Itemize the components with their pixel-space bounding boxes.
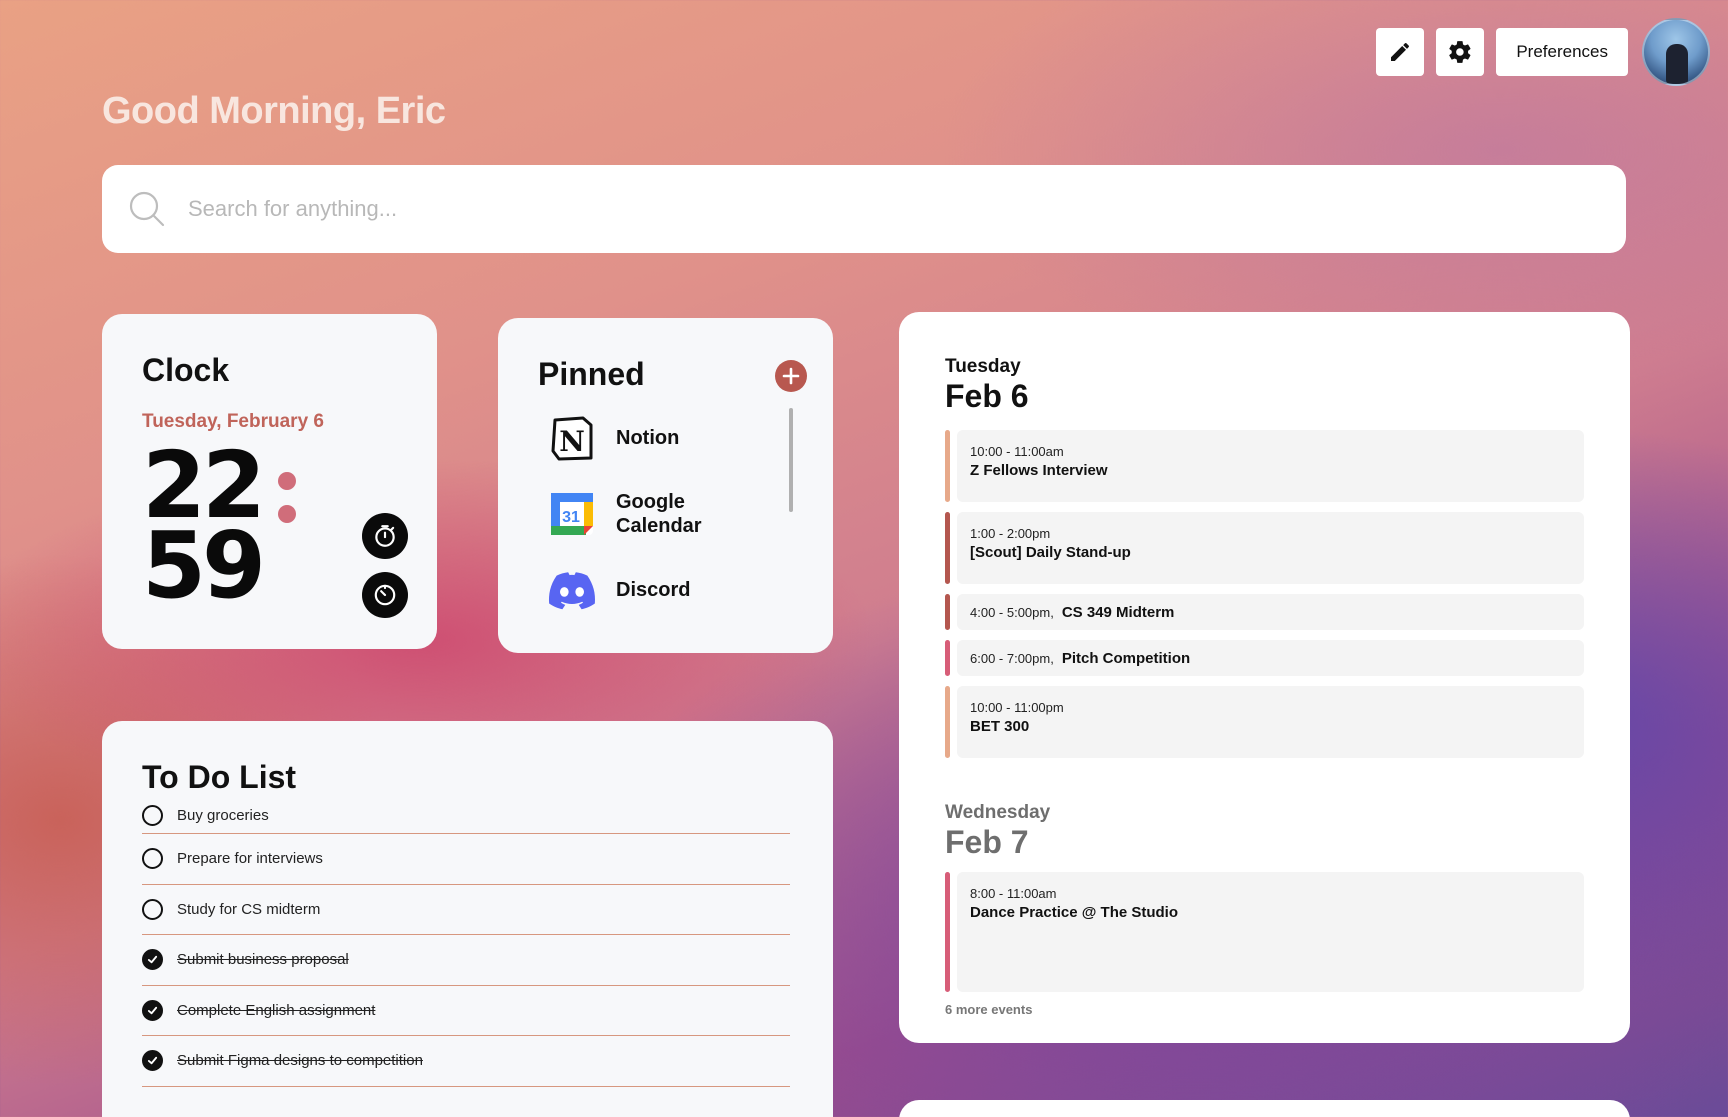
clock-minutes: 59 (142, 512, 266, 619)
todo-item[interactable]: Buy groceries (142, 798, 790, 834)
calendar-event[interactable]: 1:00 - 2:00pm [Scout] Daily Stand-up (945, 512, 1584, 584)
todo-item[interactable]: Complete English assignment (142, 986, 790, 1036)
todo-list: Buy groceries Prepare for interviews Stu… (142, 798, 790, 1087)
timer-button[interactable] (362, 513, 408, 559)
event-name: Z Fellows Interview (970, 462, 1108, 479)
event-name: [Scout] Daily Stand-up (970, 544, 1131, 561)
svg-text:N: N (559, 425, 585, 458)
event-time: 1:00 - 2:00pm (970, 526, 1051, 541)
pinned-item-notion[interactable]: N Notion (548, 414, 726, 462)
todo-text: Submit Figma designs to competition (177, 1052, 423, 1070)
calendar-event[interactable]: 6:00 - 7:00pm, Pitch Competition (945, 640, 1584, 676)
settings-button[interactable] (1436, 28, 1485, 76)
todo-card: To Do List Buy groceries Prepare for int… (102, 721, 833, 1117)
event-color-bar (945, 594, 950, 630)
event-color-bar (945, 512, 950, 584)
google-calendar-icon: 31 (548, 490, 596, 538)
calendar-weekday: Wednesday (945, 802, 1051, 823)
clock-time: 22 59 (142, 440, 266, 619)
todo-text: Prepare for interviews (177, 850, 323, 868)
discord-icon (548, 566, 596, 614)
event-name: BET 300 (970, 718, 1030, 735)
calendar-weekday: Tuesday (945, 356, 1021, 377)
checkbox-unchecked-icon[interactable] (142, 805, 163, 826)
event-color-bar (945, 430, 950, 502)
top-toolbar: Preferences (1376, 18, 1710, 86)
clock-title: Clock (142, 352, 230, 388)
search-icon (129, 191, 165, 227)
svg-text:31: 31 (562, 509, 580, 526)
event-name: Dance Practice @ The Studio (970, 904, 1179, 921)
gear-icon (1449, 41, 1471, 63)
preferences-button[interactable]: Preferences (1496, 28, 1628, 76)
event-color-bar (945, 640, 950, 676)
pencil-icon (1391, 43, 1410, 61)
todo-title: To Do List (142, 759, 297, 795)
event-name: Pitch Competition (1061, 649, 1191, 667)
avatar[interactable] (1642, 18, 1710, 86)
calendar-date: Feb 6 (945, 378, 1029, 414)
calendar-day-header: Wednesday Feb 7 (945, 802, 1050, 860)
timer-dial-button[interactable] (362, 572, 408, 618)
checkbox-unchecked-icon[interactable] (142, 848, 163, 870)
event-body: 1:00 - 2:00pm [Scout] Daily Stand-up (957, 512, 1584, 584)
search-bar[interactable] (102, 165, 1626, 253)
event-color-bar (945, 872, 950, 992)
event-color-bar (945, 686, 950, 758)
checkbox-checked-icon[interactable] (142, 949, 163, 971)
event-body: 10:00 - 11:00am Z Fellows Interview (957, 430, 1584, 502)
todo-text: Complete English assignment (177, 1001, 376, 1019)
calendar-event[interactable]: 10:00 - 11:00am Z Fellows Interview (945, 430, 1584, 502)
event-body: 8:00 - 11:00am Dance Practice @ The Stud… (957, 872, 1584, 992)
event-time: 4:00 - 5:00pm, (970, 604, 1054, 620)
pinned-item-label: Notion (616, 427, 680, 449)
checkbox-checked-icon[interactable] (142, 1050, 163, 1072)
pinned-item-google-calendar[interactable]: 31 Google Calendar (548, 490, 726, 538)
pinned-item-label: Google Calendar (616, 491, 702, 537)
calendar-event[interactable]: 8:00 - 11:00am Dance Practice @ The Stud… (945, 872, 1584, 992)
todo-item[interactable]: Prepare for interviews (142, 834, 790, 885)
next-widget-card (899, 1100, 1630, 1117)
edit-button[interactable] (1376, 28, 1425, 76)
more-events-link[interactable]: 6 more events (945, 1002, 1032, 1017)
pinned-item-label: Discord (616, 579, 691, 601)
todo-text: Buy groceries (177, 807, 269, 824)
event-body: 4:00 - 5:00pm, CS 349 Midterm (957, 594, 1584, 630)
todo-item[interactable]: Study for CS midterm (142, 885, 790, 935)
todo-text: Study for CS midterm (177, 900, 321, 918)
search-input[interactable] (188, 196, 1488, 222)
event-time: 10:00 - 11:00am (970, 444, 1064, 459)
pinned-card: Pinned N Notion 31 Google Calendar Disco… (498, 318, 833, 653)
todo-item[interactable]: Submit business proposal (142, 935, 790, 986)
checkbox-checked-icon[interactable] (142, 999, 163, 1021)
event-body: 10:00 - 11:00pm BET 300 (957, 686, 1584, 758)
calendar-event[interactable]: 4:00 - 5:00pm, CS 349 Midterm (945, 594, 1584, 630)
todo-item[interactable]: Submit Figma designs to competition (142, 1036, 790, 1087)
pinned-title: Pinned (538, 356, 645, 392)
calendar-card: Tuesday Feb 6 10:00 - 11:00am Z Fellows … (899, 312, 1630, 1043)
clock-colon-dot (278, 505, 296, 523)
event-time: 6:00 - 7:00pm, (970, 650, 1054, 666)
clock-date: Tuesday, February 6 (142, 411, 324, 432)
notion-icon: N (548, 414, 596, 462)
add-pin-button[interactable] (775, 360, 807, 392)
timer-icon (374, 584, 396, 606)
plus-icon (782, 367, 800, 385)
pinned-item-discord[interactable]: Discord (548, 566, 726, 614)
event-time: 8:00 - 11:00am (970, 886, 1057, 901)
event-name: CS 349 Midterm (1061, 603, 1175, 621)
greeting-heading: Good Morning, Eric (102, 90, 446, 132)
calendar-date: Feb 7 (945, 824, 1029, 860)
event-body: 6:00 - 7:00pm, Pitch Competition (957, 640, 1584, 676)
calendar-event[interactable]: 10:00 - 11:00pm BET 300 (945, 686, 1584, 758)
checkbox-unchecked-icon[interactable] (142, 898, 163, 920)
todo-text: Submit business proposal (177, 951, 349, 969)
stopwatch-icon (375, 525, 395, 547)
event-time: 10:00 - 11:00pm (970, 700, 1064, 715)
clock-colon-dot (278, 472, 296, 490)
pinned-scrollbar[interactable] (789, 408, 793, 512)
